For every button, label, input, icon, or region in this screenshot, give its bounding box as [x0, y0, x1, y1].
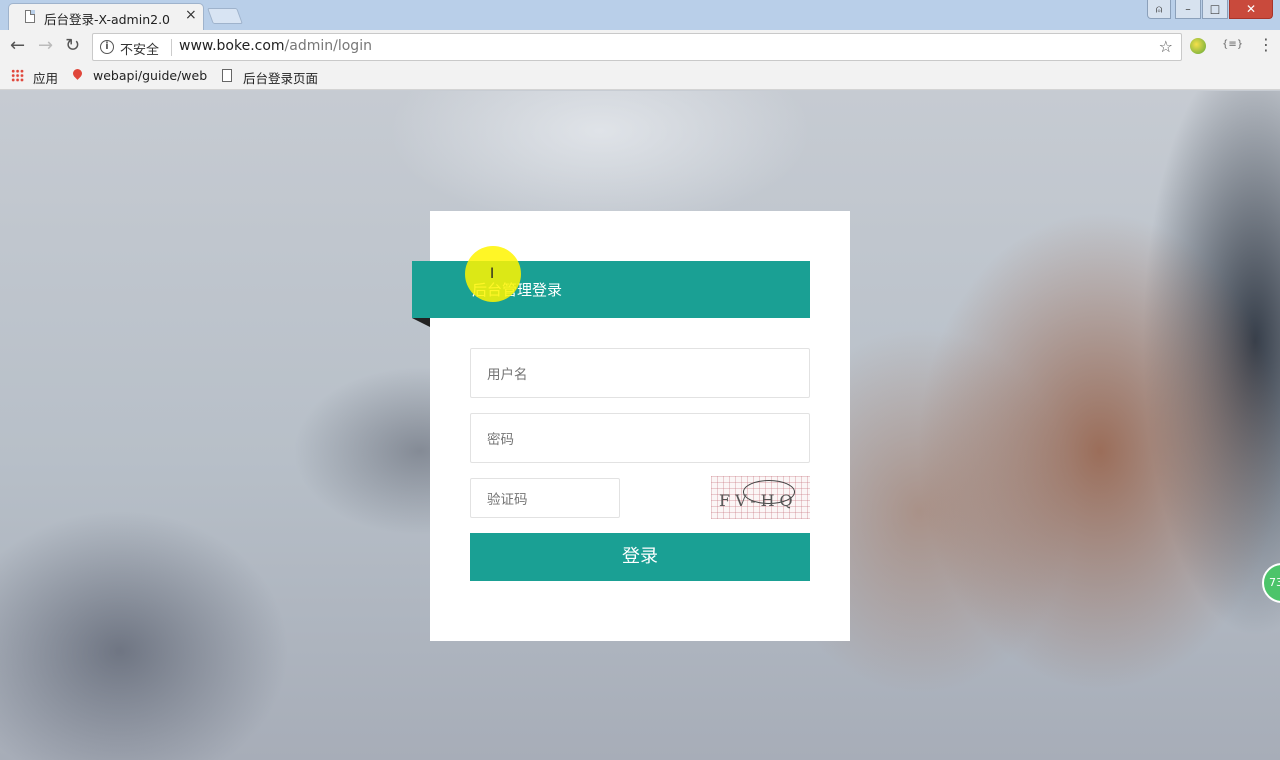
maximize-button[interactable]: □: [1202, 0, 1228, 19]
password-placeholder: 密码: [487, 432, 514, 448]
login-button[interactable]: 登录: [470, 533, 810, 581]
tab-close-icon[interactable]: ×: [185, 7, 197, 23]
new-tab-button[interactable]: [207, 8, 243, 24]
page-background: 后台管理登录 用户名 密码 验证码 FV-HQ 登录 73: [0, 91, 1280, 760]
document-icon: [25, 10, 35, 23]
captcha-image[interactable]: FV-HQ: [711, 476, 810, 519]
address-bar[interactable]: i 不安全 www.boke.com/admin/login ☆: [92, 33, 1182, 61]
profile-button[interactable]: ⍝: [1147, 0, 1171, 19]
user-icon: ⍝: [1155, 2, 1163, 16]
floating-badge[interactable]: 73: [1262, 563, 1280, 603]
url-text[interactable]: www.boke.com/admin/login: [179, 38, 372, 54]
url-path: /admin/login: [284, 38, 372, 54]
minimize-icon: –: [1185, 2, 1191, 16]
document-icon: [222, 69, 232, 82]
bookmarks-bar: 应用 webapi/guide/web 后台登录页面: [0, 63, 1280, 90]
maximize-icon: □: [1209, 2, 1221, 16]
bookmark-apps[interactable]: 应用: [33, 68, 58, 87]
browser-tab-active[interactable]: 后台登录-X-admin2.0 ×: [8, 3, 204, 30]
security-label[interactable]: 不安全: [120, 39, 159, 58]
close-window-button[interactable]: ✕: [1229, 0, 1273, 19]
browser-menu-icon[interactable]: ⋮: [1258, 35, 1274, 55]
back-button[interactable]: ←: [10, 36, 25, 56]
json-extension-icon[interactable]: {≡}: [1222, 39, 1243, 50]
username-placeholder: 用户名: [487, 367, 528, 383]
bookmark-admin-login[interactable]: 后台登录页面: [243, 68, 318, 87]
captcha-text: FV-HQ: [719, 491, 798, 510]
map-pin-icon: [71, 67, 84, 80]
bookmark-star-icon[interactable]: ☆: [1159, 37, 1173, 56]
divider: [171, 39, 172, 56]
browser-toolbar: ← → ↻ i 不安全 www.boke.com/admin/login ☆ {…: [0, 30, 1280, 63]
captcha-placeholder: 验证码: [487, 492, 528, 508]
reload-button[interactable]: ↻: [65, 36, 80, 56]
password-input[interactable]: 密码: [470, 413, 810, 463]
close-icon: ✕: [1245, 2, 1257, 16]
captcha-input[interactable]: 验证码: [470, 478, 620, 518]
username-input[interactable]: 用户名: [470, 348, 810, 398]
apps-icon[interactable]: [11, 69, 24, 82]
tab-title: 后台登录-X-admin2.0: [44, 12, 171, 27]
window-titlebar: 后台登录-X-admin2.0 × ⍝ – □ ✕: [0, 0, 1280, 30]
forward-button[interactable]: →: [38, 36, 53, 56]
bookmark-webapi[interactable]: webapi/guide/web: [93, 68, 207, 83]
info-icon[interactable]: i: [100, 40, 114, 54]
url-host: www.boke.com: [179, 38, 285, 54]
minimize-button[interactable]: –: [1175, 0, 1201, 19]
text-cursor-icon: I: [490, 266, 495, 282]
extension-icon[interactable]: [1190, 38, 1206, 54]
